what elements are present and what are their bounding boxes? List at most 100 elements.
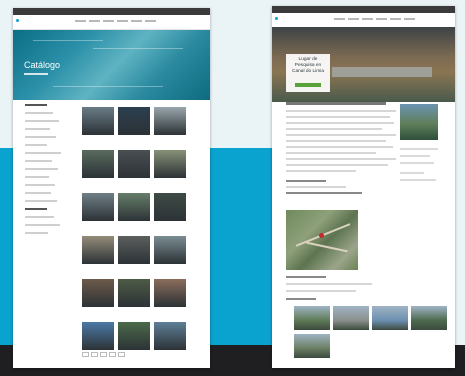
nav-link[interactable] (404, 18, 415, 20)
water-ripple (33, 40, 103, 41)
sidebar-photo[interactable] (400, 104, 438, 140)
sidebar-item[interactable] (25, 136, 56, 138)
nav-link[interactable] (103, 20, 114, 22)
text-line (286, 186, 346, 188)
sidebar-item[interactable] (25, 168, 58, 170)
catalog-thumbnail[interactable] (154, 322, 186, 350)
catalog-thumbnail-grid (82, 107, 186, 350)
nav-link[interactable] (376, 18, 387, 20)
photo-gallery (294, 306, 447, 358)
catalog-page: Catálogo (13, 8, 210, 368)
hero-subtitle (24, 73, 48, 75)
sidebar-item[interactable] (25, 128, 50, 130)
text-line (286, 122, 394, 124)
page-button[interactable] (109, 352, 116, 357)
hero-button[interactable] (295, 83, 321, 87)
text-line (400, 155, 430, 157)
catalog-thumbnail[interactable] (154, 150, 186, 178)
catalog-thumbnail[interactable] (82, 107, 114, 135)
text-line (286, 152, 376, 154)
catalog-thumbnail[interactable] (118, 193, 150, 221)
logo-icon[interactable] (275, 17, 278, 20)
gallery-photo[interactable] (294, 306, 330, 330)
catalog-thumbnail[interactable] (82, 150, 114, 178)
catalog-thumbnail[interactable] (82, 193, 114, 221)
sidebar-item[interactable] (25, 224, 60, 226)
nav-links (334, 18, 415, 20)
catalog-thumbnail[interactable] (118, 279, 150, 307)
river-water (332, 67, 432, 77)
sidebar-item[interactable] (25, 216, 54, 218)
text-line (400, 179, 436, 181)
text-line (400, 172, 424, 174)
sidebar-info (400, 148, 438, 186)
pagination (82, 352, 125, 357)
gallery-heading (286, 298, 316, 300)
gallery-photo[interactable] (411, 306, 447, 330)
text-line (286, 146, 393, 148)
sidebar-item[interactable] (25, 176, 49, 178)
nav-link[interactable] (348, 18, 359, 20)
section-heading (286, 180, 326, 182)
place-hero-photo: Lugar de Pesquisa en Canal do Limia (272, 27, 455, 102)
catalog-thumbnail[interactable] (82, 236, 114, 264)
catalog-thumbnail[interactable] (118, 107, 150, 135)
page-button[interactable] (100, 352, 107, 357)
nav-link[interactable] (334, 18, 345, 20)
catalog-thumbnail[interactable] (118, 322, 150, 350)
sidebar-item[interactable] (25, 232, 48, 234)
nav-link[interactable] (89, 20, 100, 22)
text-line (286, 110, 396, 112)
nav-link[interactable] (390, 18, 401, 20)
map-caption (286, 276, 376, 305)
sidebar-item[interactable] (25, 152, 61, 154)
text-line (286, 128, 382, 130)
sidebar-item[interactable] (25, 120, 59, 122)
catalog-thumbnail[interactable] (154, 193, 186, 221)
accent-bar-middle (208, 148, 274, 348)
gallery-photo[interactable] (294, 334, 330, 358)
catalog-hero-banner: Catálogo (13, 30, 210, 100)
sidebar-item[interactable] (25, 160, 52, 162)
map-pin-icon[interactable] (319, 233, 324, 238)
catalog-thumbnail[interactable] (82, 322, 114, 350)
text-line (286, 164, 388, 166)
page-button[interactable] (82, 352, 89, 357)
text-line (286, 116, 390, 118)
page-button[interactable] (91, 352, 98, 357)
text-line (286, 140, 386, 142)
catalog-thumbnail[interactable] (154, 236, 186, 264)
gallery-photo[interactable] (333, 306, 369, 330)
catalog-thumbnail[interactable] (154, 107, 186, 135)
sidebar-item[interactable] (25, 200, 57, 202)
gallery-photo[interactable] (372, 306, 408, 330)
catalog-thumbnail[interactable] (154, 279, 186, 307)
nav-link[interactable] (362, 18, 373, 20)
section-heading (286, 192, 362, 194)
sidebar-item[interactable] (25, 192, 51, 194)
nav-link[interactable] (75, 20, 86, 22)
sidebar-item[interactable] (25, 184, 55, 186)
navigation-bar (272, 13, 455, 28)
sidebar-item[interactable] (25, 112, 53, 114)
sidebar-heading (25, 208, 47, 210)
text-line (286, 158, 396, 160)
page-button[interactable] (118, 352, 125, 357)
navigation-bar (13, 15, 210, 30)
map-road (306, 241, 348, 253)
text-line (286, 283, 372, 285)
catalog-thumbnail[interactable] (82, 279, 114, 307)
nav-link[interactable] (145, 20, 156, 22)
caption-heading (286, 276, 326, 278)
catalog-thumbnail[interactable] (118, 236, 150, 264)
sidebar-item[interactable] (25, 144, 47, 146)
water-ripple (53, 86, 163, 87)
logo-icon[interactable] (16, 19, 19, 22)
nav-link[interactable] (131, 20, 142, 22)
nav-link[interactable] (117, 20, 128, 22)
catalog-thumbnail[interactable] (118, 150, 150, 178)
page-title: Catálogo (24, 60, 61, 70)
text-line (286, 290, 356, 292)
location-map[interactable] (286, 210, 358, 270)
place-detail-page: Lugar de Pesquisa en Canal do Limia (272, 6, 455, 368)
